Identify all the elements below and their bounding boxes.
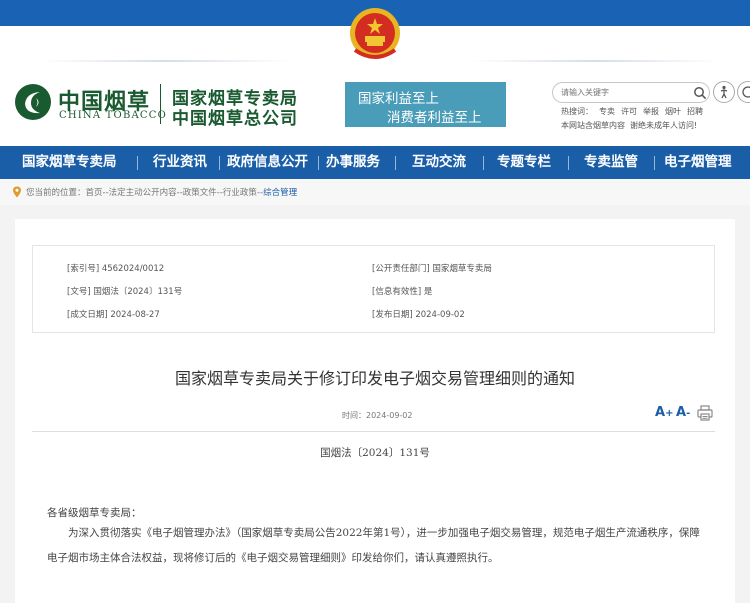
header-decoration [470,60,720,62]
location-pin-icon [13,186,21,198]
body-paragraph: 为深入贯彻落实《电子烟管理办法》（国家烟草专卖局公告2022年第1号），进一步加… [47,527,700,564]
font-large-label: A [655,405,666,420]
nav-separator [483,156,484,170]
breadcrumb-label: 您当前的位置： [26,188,86,198]
nav-item-topics[interactable]: 专题专栏 [497,146,551,179]
publish-time: 时间：2024-09-02 [342,411,413,420]
nav-separator [395,156,396,170]
hot-word-link[interactable]: 烟叶 [665,107,681,116]
breadcrumb-current[interactable]: 综合管理 [263,188,297,198]
meta-validity: [信息有效性] 是 [372,287,433,297]
hot-word-link[interactable]: 招聘 [687,107,703,116]
nav-item-news[interactable]: 行业资讯 [153,146,207,179]
nav-item-interaction[interactable]: 互动交流 [412,146,466,179]
meta-dept: [公开责任部门] 国家烟草专卖局 [372,264,492,274]
nav-item-supervision[interactable]: 专卖监管 [584,146,638,179]
logo-text-en[interactable]: CHINA TOBACCO [59,110,167,121]
search-input[interactable] [561,85,686,100]
elder-mode-icon [742,86,750,98]
nav-item-ecig[interactable]: 电子烟管理 [664,146,732,179]
logo-divider [160,84,161,124]
org-name-2: 中国烟草总公司 [172,109,298,129]
hot-word-link[interactable]: 专卖 [599,107,615,116]
nav-separator [568,156,569,170]
nav-separator [137,156,138,170]
salutation: 各省级烟草专卖局： [47,507,142,519]
breadcrumb-text: 您当前的位置：首页--法定主动公开内容--政策文件--行业政策--综合管理 [26,186,297,198]
hot-word-link[interactable]: 许可 [621,107,637,116]
slogan-line-2: 消费者利益至上 [387,110,482,126]
meta-doc-no: [文号] 国烟法〔2024〕131号 [67,287,183,297]
hot-label: 热搜词： [561,107,593,116]
notice-text-2: 谢绝未成年人访问! [630,121,698,130]
hot-word-link[interactable]: 举报 [643,107,659,116]
meta-written-date: [成文日期] 2024-08-27 [67,310,160,320]
accessibility-button[interactable] [713,81,735,103]
accessibility-icon [720,85,728,99]
main-nav: 国家烟草专卖局 行业资讯 政府信息公开 办事服务 互动交流 专题专栏 专卖监管 … [0,146,750,179]
slogan-banner[interactable]: 国家利益至上 消费者利益至上 [345,82,506,127]
meta-index-no: [索引号] 4562024/0012 [67,264,165,274]
hot-search-words: 热搜词： 专卖 许可 举报 烟叶 招聘 [561,106,709,117]
nav-item-services[interactable]: 办事服务 [326,146,380,179]
title-divider [32,431,715,432]
meta-publish-date: [发布日期] 2024-09-02 [372,310,465,320]
nav-separator [219,156,220,170]
meta-table: [索引号] 4562024/0012 [公开责任部门] 国家烟草专卖局 [文号]… [32,245,715,333]
minor-notice: 本网站含烟草内容 谢绝未成年人访问! [561,120,702,131]
article-title: 国家烟草专卖局关于修订印发电子烟交易管理细则的通知 [174,369,575,388]
nav-separator [318,156,319,170]
nav-item-info-disclosure[interactable]: 政府信息公开 [227,146,308,179]
breadcrumb: 您当前的位置：首页--法定主动公开内容--政策文件--行业政策--综合管理 [0,179,750,205]
slogan-line-1: 国家利益至上 [358,91,439,107]
breadcrumb-path[interactable]: 首页--法定主动公开内容--政策文件--行业政策-- [86,188,264,198]
article-card: [索引号] 4562024/0012 [公开责任部门] 国家烟草专卖局 [文号]… [15,219,735,603]
font-decrease-button[interactable]: A- [676,405,690,420]
document-number: 国烟法〔2024〕131号 [320,447,430,459]
search-box [552,82,710,103]
header-decoration [40,60,290,62]
print-icon[interactable] [697,405,713,421]
national-emblem-icon [350,8,400,59]
nav-item-home[interactable]: 国家烟草专卖局 [22,146,117,179]
notice-text-1: 本网站含烟草内容 [561,121,625,130]
font-small-label: A [676,405,687,420]
nav-separator [654,156,655,170]
font-increase-button[interactable]: A+ [655,405,673,420]
china-tobacco-logo-icon [15,84,51,120]
search-icon[interactable] [693,86,707,100]
